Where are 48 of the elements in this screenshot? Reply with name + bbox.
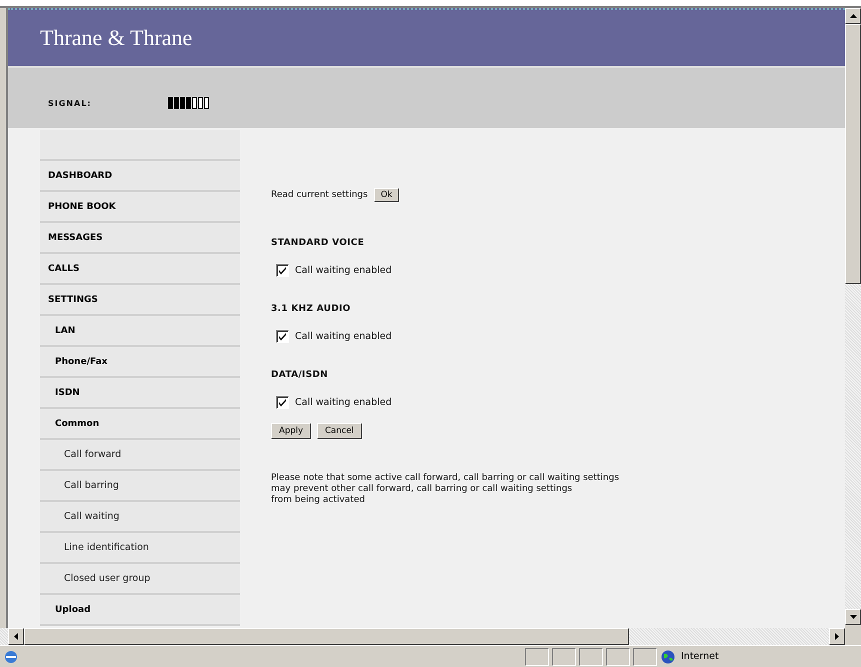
sidebar-item[interactable]: Call forward [40,440,240,471]
scroll-down-button[interactable] [845,609,861,625]
sidebar-item[interactable]: CALLS [40,254,240,285]
checkbox-label: Call waiting enabled [295,265,392,276]
sidebar-item[interactable]: Upload [40,595,240,626]
zone-label: Internet [681,651,719,662]
sidebar-item[interactable]: Call waiting [40,502,240,533]
checkbox-label: Call waiting enabled [295,397,392,408]
up-arrow-icon [850,14,856,18]
checkbox[interactable] [276,330,289,343]
down-arrow-icon [850,615,856,619]
globe-icon [661,650,675,664]
checkbox[interactable] [276,396,289,409]
left-arrow-icon [14,633,18,640]
section-heading: 3.1 KHZ AUDIO [271,304,352,314]
scroll-up-button[interactable] [845,8,861,24]
ok-button[interactable]: Ok [374,188,400,202]
note-text: Please note that some active call forward, call barring or call waiting settings may prevent other call forward, call barring or call waiting settings from being activated [271,473,620,506]
sidebar-item[interactable]: PHONE BOOK [40,192,240,223]
horizontal-scrollbar[interactable] [0,628,845,645]
apply-button[interactable]: Apply [271,423,311,439]
sidebar-item[interactable]: Call barring [40,471,240,502]
vertical-scrollbar[interactable] [845,8,861,628]
sidebar-item[interactable]: MESSAGES [40,223,240,254]
sidebar-item[interactable]: ISDN [40,378,240,409]
checkbox-label: Call waiting enabled [295,331,392,342]
logo: Thrane & Thrane [40,25,192,51]
right-arrow-icon [835,633,839,640]
checkbox[interactable] [276,264,289,277]
sidebar-item[interactable]: LAN [40,316,240,347]
sidebar-item[interactable]: SETTINGS [40,285,240,316]
section-heading: STANDARD VOICE [271,238,366,248]
sidebar-item[interactable]: Phone/Fax [40,347,240,378]
status-pane [579,648,603,666]
status-pane [552,648,576,666]
sidebar-item[interactable]: Line identification [40,533,240,564]
sidebar-item[interactable]: DASHBOARD [40,161,240,192]
scroll-right-button[interactable] [829,628,845,645]
status-pane [633,648,657,666]
scroll-left-button[interactable] [8,628,24,645]
read-settings-label: Read current settings [271,190,368,200]
sidebar-item[interactable]: Common [40,409,240,440]
section-heading: DATA/ISDN [271,370,329,380]
cancel-button[interactable]: Cancel [317,423,362,439]
signal-label: SIGNAL: [48,98,92,108]
sidebar-item[interactable]: Closed user group [40,564,240,595]
status-pane [525,648,549,666]
status-pane [606,648,630,666]
